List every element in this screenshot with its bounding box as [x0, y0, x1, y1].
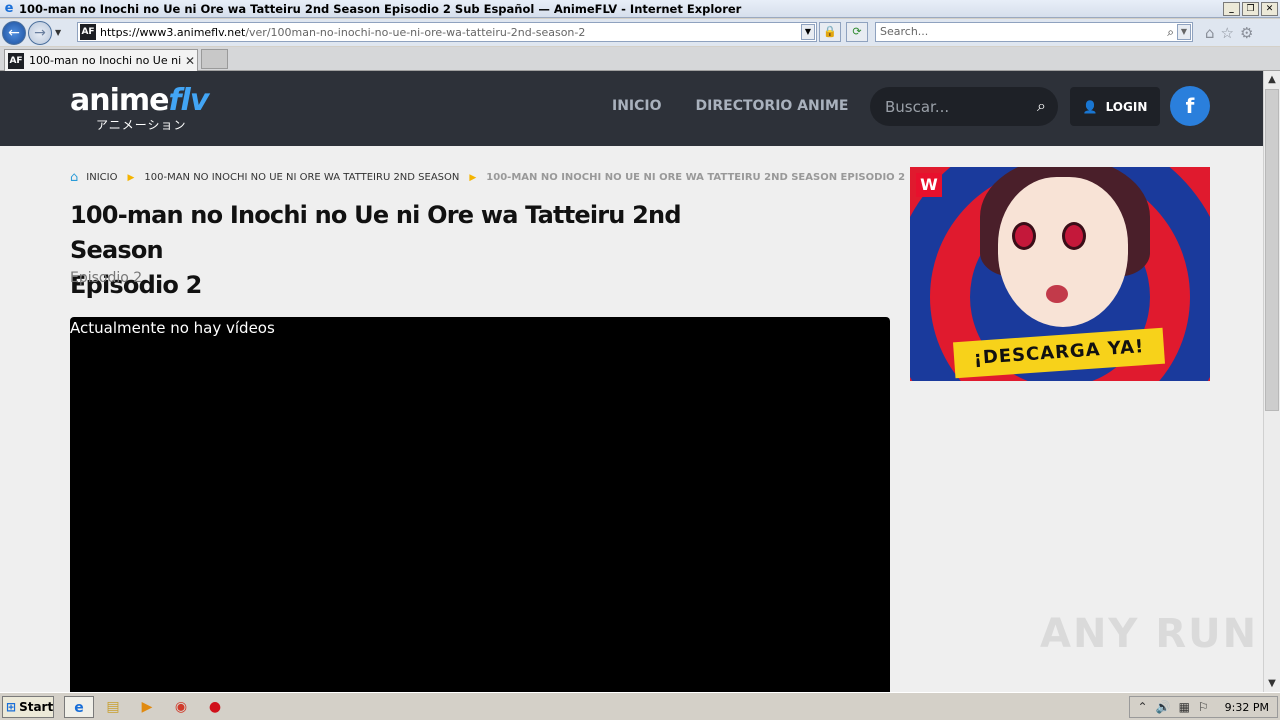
- system-tray: ⌃ 🔊 ▦ ⚐ 9:32 PM: [1128, 696, 1278, 718]
- nav-inicio[interactable]: INICIO: [612, 98, 662, 114]
- taskbar-chrome-icon[interactable]: ◉: [166, 696, 196, 718]
- browser-navbar: ← → ▼ AF https://www3.animeflv.net/ver/1…: [0, 19, 1280, 46]
- breadcrumb-item-series[interactable]: 100-MAN NO INOCHI NO UE NI ORE WA TATTEI…: [144, 172, 459, 183]
- url-scheme: https://: [100, 25, 140, 39]
- ad-character-eye-right: [1062, 222, 1086, 250]
- taskbar-clock[interactable]: 9:32 PM: [1225, 701, 1269, 714]
- facebook-icon: f: [1185, 94, 1195, 118]
- minimize-button[interactable]: _: [1223, 1, 1240, 16]
- site-header: animeflv アニメーション INICIO DIRECTORIO ANIME…: [0, 71, 1263, 146]
- nav-directorio-anime[interactable]: DIRECTORIO ANIME: [696, 98, 849, 114]
- close-window-button[interactable]: ✕: [1261, 1, 1278, 16]
- ad-banner[interactable]: W ¡DESCARGA YA!: [910, 167, 1210, 381]
- ad-character-mouth: [1046, 285, 1068, 303]
- security-lock-icon[interactable]: 🔒: [819, 22, 841, 42]
- taskbar-explorer-icon[interactable]: ▤: [98, 696, 128, 718]
- start-label: Start: [19, 699, 54, 714]
- page-title-line1: 100-man no Inochi no Ue ni Ore wa Tattei…: [70, 201, 682, 264]
- anyrun-watermark: ANY RUN: [1040, 611, 1259, 657]
- tab-label: 100-man no Inochi no Ue ni ...: [29, 54, 183, 67]
- ad-character-eye-left: [1012, 222, 1036, 250]
- maximize-button[interactable]: ❐: [1242, 1, 1259, 16]
- episode-subtitle: Episodio 2: [70, 270, 143, 286]
- tab-animeflv[interactable]: AF 100-man no Inochi no Ue ni ... ✕: [4, 49, 198, 71]
- ie-logo-icon: e: [4, 0, 14, 16]
- url-host: www3.animeflv.net: [139, 25, 246, 39]
- taskbar-opera-icon[interactable]: ●: [200, 696, 230, 718]
- network-icon[interactable]: ▦: [1179, 700, 1190, 714]
- login-label: LOGIN: [1105, 99, 1148, 114]
- breadcrumb-item-inicio[interactable]: INICIO: [86, 172, 117, 183]
- scroll-down-icon[interactable]: ▼: [1264, 675, 1280, 692]
- breadcrumb-current: 100-MAN NO INOCHI NO UE NI ORE WA TATTEI…: [486, 172, 906, 183]
- browser-search-placeholder: Search...: [880, 25, 929, 38]
- history-dropdown-icon[interactable]: ▼: [55, 28, 61, 37]
- window-title: 100-man no Inochi no Ue ni Ore wa Tattei…: [19, 1, 742, 16]
- page-viewport: animeflv アニメーション INICIO DIRECTORIO ANIME…: [0, 71, 1263, 692]
- breadcrumb-separator-icon: ▶: [127, 172, 135, 183]
- scroll-up-icon[interactable]: ▲: [1264, 71, 1280, 88]
- site-search-placeholder: Buscar...: [885, 97, 950, 116]
- close-tab-icon[interactable]: ✕: [183, 54, 197, 68]
- ad-brand-logo: W: [916, 173, 942, 197]
- windows-flag-icon: ⊞: [6, 699, 17, 714]
- site-logo[interactable]: animeflv アニメーション: [70, 83, 210, 133]
- tray-expand-icon[interactable]: ⌃: [1138, 700, 1148, 714]
- video-player[interactable]: Actualmente no hay vídeos: [70, 317, 890, 692]
- address-bar[interactable]: AF https://www3.animeflv.net/ver/100man-…: [77, 22, 817, 42]
- browser-toolbar-icons: ⌂ ☆ ⚙: [1205, 24, 1253, 42]
- site-favicon: AF: [80, 24, 96, 40]
- logo-accent-text: flv: [168, 83, 210, 118]
- taskbar-ie-icon[interactable]: e: [64, 695, 94, 718]
- breadcrumb-home-icon[interactable]: ⌂: [70, 170, 78, 185]
- tab-favicon: AF: [8, 52, 24, 69]
- ad-character-face: [998, 177, 1128, 327]
- scroll-thumb[interactable]: [1265, 89, 1279, 411]
- windows-taskbar: ⊞ Start e ▤ ▶ ◉ ● ⌃ 🔊 ▦ ⚐ 9:32 PM: [0, 692, 1280, 720]
- window-titlebar: e 100-man no Inochi no Ue ni Ore wa Tatt…: [0, 0, 1280, 18]
- site-search-icon[interactable]: ⌕: [1037, 96, 1046, 116]
- search-icon[interactable]: ⌕: [1167, 23, 1174, 41]
- new-tab-button[interactable]: [201, 49, 228, 69]
- address-dropdown-icon[interactable]: ▼: [801, 24, 815, 40]
- site-search-input[interactable]: Buscar... ⌕: [870, 87, 1058, 126]
- page-title: 100-man no Inochi no Ue ni Ore wa Tattei…: [70, 198, 690, 303]
- home-icon[interactable]: ⌂: [1205, 24, 1215, 42]
- back-button[interactable]: ←: [2, 20, 26, 45]
- logo-main-text: anime: [70, 83, 169, 118]
- page-scrollbar[interactable]: ▲ ▼: [1263, 71, 1280, 692]
- facebook-button[interactable]: f: [1170, 86, 1210, 126]
- forward-arrow-icon: →: [34, 24, 46, 41]
- refresh-icon[interactable]: ⟳: [846, 22, 868, 42]
- window-controls: _ ❐ ✕: [1223, 1, 1278, 16]
- start-button[interactable]: ⊞ Start: [2, 695, 54, 718]
- logo-subtitle: アニメーション: [96, 118, 187, 132]
- search-dropdown-icon[interactable]: ▼: [1177, 24, 1191, 40]
- action-center-flag-icon[interactable]: ⚐: [1198, 700, 1209, 714]
- user-icon: 👤: [1082, 99, 1098, 114]
- browser-search-box[interactable]: Search... ⌕ ▼: [875, 22, 1193, 42]
- settings-gear-icon[interactable]: ⚙: [1240, 24, 1253, 42]
- taskbar-media-player-icon[interactable]: ▶: [132, 696, 162, 718]
- breadcrumb: ⌂ INICIO ▶ 100-MAN NO INOCHI NO UE NI OR…: [70, 170, 905, 185]
- favorites-star-icon[interactable]: ☆: [1221, 24, 1234, 42]
- breadcrumb-separator-icon: ▶: [469, 172, 477, 183]
- site-nav: INICIO DIRECTORIO ANIME: [612, 98, 848, 114]
- login-button[interactable]: 👤 LOGIN: [1070, 87, 1160, 126]
- url-path: /ver/100man-no-inochi-no-ue-ni-ore-wa-ta…: [245, 25, 586, 39]
- volume-icon[interactable]: 🔊: [1156, 700, 1171, 714]
- tab-row: AF 100-man no Inochi no Ue ni ... ✕: [0, 47, 1280, 71]
- forward-button[interactable]: →: [28, 20, 52, 45]
- no-video-message: Actualmente no hay vídeos: [70, 319, 275, 337]
- back-arrow-icon: ←: [8, 24, 20, 41]
